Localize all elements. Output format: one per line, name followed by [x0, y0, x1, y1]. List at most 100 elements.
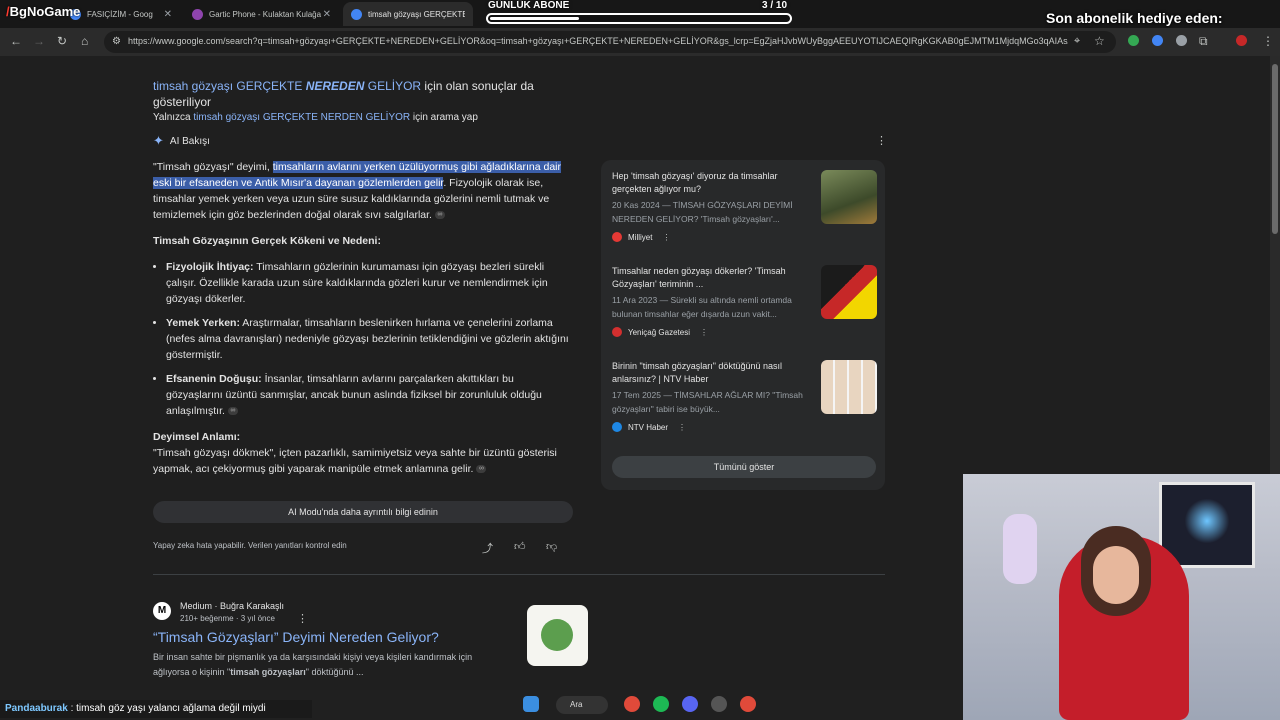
daily-sub-count: 3 / 10 [762, 0, 788, 11]
stream-chat-message: Pandaaburak : timsah göz yaşı yalancı ağ… [0, 700, 312, 718]
source-title[interactable]: Timsahlar neden gözyaşı dökerler? 'Timsa… [612, 265, 812, 291]
extensions-puzzle-icon[interactable]: ⧉ [1199, 34, 1208, 49]
channel-logo: /BgNoGame [6, 4, 81, 19]
thumbs-down-icon[interactable]: 👎︎ [546, 540, 557, 553]
gartic-icon [192, 8, 203, 20]
close-icon[interactable]: ✕ [323, 9, 331, 20]
search-original-query: Yalnızca timsah gözyaşı GERÇEKTE NERDEN … [153, 112, 478, 123]
source-thumbnail [821, 265, 877, 319]
daily-sub-progress-fill [490, 17, 579, 20]
result-snippet: Bir insan sahte bir pişmanlık ya da karş… [153, 652, 473, 677]
more-icon[interactable]: ⋮ [678, 423, 686, 432]
app-icon[interactable] [711, 696, 727, 712]
spotify-icon[interactable] [653, 696, 669, 712]
result-meta: 210+ beğenme · 3 yıl önce [180, 614, 275, 623]
back-icon[interactable]: ← [10, 34, 22, 48]
tab-label: Gartic Phone - Kulaktan Kulağa [209, 9, 322, 19]
source-title[interactable]: Birinin "timsah gözyaşları" döktüğünü na… [612, 360, 812, 386]
source-thumbnail [821, 170, 877, 224]
site-favicon-icon [612, 232, 622, 242]
source-site: Milliyet ⋮ [612, 232, 877, 242]
source-title[interactable]: Hep 'timsah gözyaşı' diyoruz da timsahla… [612, 170, 812, 196]
tab-label: timsah gözyaşı GERÇEKTE NERE [368, 9, 465, 19]
link-chip-icon[interactable]: ∞ [434, 211, 445, 220]
butterfly-art [1184, 499, 1230, 543]
crocodile-illustration [541, 619, 573, 651]
bookmark-star-icon[interactable]: ☆ [1094, 34, 1105, 48]
thumbs-up-icon[interactable]: 👍︎ [514, 540, 526, 553]
forward-icon[interactable]: → [33, 34, 45, 48]
more-icon[interactable]: ⋮ [662, 233, 670, 242]
result-title-link[interactable]: “Timsah Gözyaşları” Deyimi Nereden Geliy… [153, 629, 439, 645]
ai-heading: Timsah Gözyaşının Gerçek Kökeni ve Neden… [153, 235, 381, 247]
show-all-button[interactable]: Tümünü göster [612, 456, 876, 478]
streamer-face [1093, 546, 1139, 604]
site-info-icon[interactable]: ⚙ [112, 36, 121, 47]
tab-search-active[interactable]: timsah gözyaşı GERÇEKTE NERE [343, 2, 473, 26]
source-site: Yeniçağ Gazetesi ⋮ [612, 327, 877, 337]
close-icon[interactable]: ✕ [164, 9, 172, 20]
site-favicon-icon [612, 422, 622, 432]
location-icon[interactable]: ⌖ [1074, 35, 1080, 48]
source-card-yenicag[interactable]: Timsahlar neden gözyaşı dökerler? 'Timsa… [612, 265, 877, 337]
chat-text: : timsah göz yaşı yalancı ağlama değil m… [67, 703, 266, 714]
chrome-icon[interactable] [624, 696, 640, 712]
source-card-milliyet[interactable]: Hep 'timsah gözyaşı' diyoruz da timsahla… [612, 170, 877, 242]
extension-icon[interactable] [1176, 35, 1187, 46]
tab-gartic-phone[interactable]: Gartic Phone - Kulaktan Kulağa ✕ [184, 2, 339, 26]
source-site: NTV Haber ⋮ [612, 422, 877, 432]
link-chip-icon[interactable]: ∞ [227, 407, 238, 416]
source-snippet: 11 Ara 2023 — Sürekli su altında nemli o… [612, 295, 792, 319]
reload-icon[interactable]: ↻ [57, 34, 67, 48]
extension-translate-icon[interactable] [1152, 35, 1163, 46]
original-query-link[interactable]: timsah gözyaşı GERÇEKTE NERDEN GELİYOR [193, 112, 410, 123]
ai-overview-label: AI Bakışı [169, 135, 210, 147]
windows-start-icon[interactable] [523, 696, 539, 712]
list-item: Fizyolojik İhtiyaç: Timsahların gözlerin… [166, 259, 573, 307]
tab-label: FASIÇİZİM - Goog [87, 9, 153, 19]
result-thumbnail[interactable] [527, 605, 588, 666]
result-site[interactable]: Medium · Buğra Karakaşlı [180, 601, 284, 611]
ai-overview-body: "Timsah gözyaşı" deyimi, timsahların avl… [153, 159, 573, 487]
list-item: Efsanenin Doğuşu: İnsanlar, timsahların … [166, 371, 573, 419]
idiom-text: "Timsah gözyaşı dökmek", içten pazarlıkl… [153, 447, 557, 475]
source-snippet: 20 Kas 2024 — TİMSAH GÖZYAŞLARI DEYİMİ N… [612, 200, 793, 224]
source-snippet: 17 Tem 2025 — TİMSAHLAR AĞLAR MI? "Timsa… [612, 390, 803, 414]
corrected-query-link[interactable]: timsah gözyaşı GERÇEKTE NEREDEN GELİYOR [153, 79, 421, 93]
ai-overview-header: ✦ AI Bakışı [153, 133, 210, 149]
link-chip-icon[interactable]: ∞ [476, 465, 487, 474]
browser-toolbar: ← → ↻ ⌂ ⚙ https://www.google.com/search?… [0, 28, 1280, 56]
ai-intro: "Timsah gözyaşı" deyimi, timsahların avl… [153, 161, 561, 221]
address-bar[interactable]: ⚙ https://www.google.com/search?q=timsah… [104, 31, 1116, 53]
medium-favicon-icon: M [153, 602, 171, 620]
webcam-feed [963, 474, 1280, 720]
scrollbar-thumb[interactable] [1272, 64, 1278, 234]
source-card-ntv[interactable]: Birinin "timsah gözyaşları" döktüğünü na… [612, 360, 877, 432]
divider [153, 574, 885, 575]
profile-avatar[interactable] [1236, 35, 1247, 46]
microphone [1003, 514, 1037, 584]
taskbar-search[interactable]: Ara [556, 696, 608, 714]
home-icon[interactable]: ⌂ [81, 34, 88, 48]
chrome-icon[interactable] [740, 696, 756, 712]
result-more-icon[interactable]: ⋮ [297, 612, 308, 625]
daily-sub-progress-bar [486, 13, 792, 24]
ai-overview-more-icon[interactable]: ⋮ [876, 134, 887, 147]
daily-sub-label: GÜNLÜK ABONE [488, 0, 570, 11]
idiom-heading: Deyimsel Anlamı: [153, 431, 241, 443]
list-item: Yemek Yerken: Araştırmalar, timsahların … [166, 315, 573, 363]
ai-disclaimer: Yapay zeka hata yapabilir. Verilen yanıt… [153, 541, 347, 550]
chat-username: Pandaaburak [5, 703, 68, 714]
ai-mode-button[interactable]: AI Modu'nda daha ayrıntılı bilgi edinin [153, 501, 573, 523]
site-favicon-icon [612, 327, 622, 337]
more-icon[interactable]: ⋮ [700, 328, 708, 337]
url-text[interactable]: https://www.google.com/search?q=timsah+g… [128, 36, 1068, 46]
ai-bullet-list: Fizyolojik İhtiyaç: Timsahların gözlerin… [153, 259, 573, 419]
source-thumbnail [821, 360, 877, 414]
share-icon[interactable]: ⤴ [482, 540, 493, 556]
spelling-correction: timsah gözyaşı GERÇEKTE NEREDEN GELİYOR … [153, 79, 534, 109]
discord-icon[interactable] [682, 696, 698, 712]
menu-kebab-icon[interactable]: ⋮ [1262, 34, 1274, 48]
extension-shield-icon[interactable] [1128, 35, 1139, 46]
google-icon [351, 8, 362, 20]
